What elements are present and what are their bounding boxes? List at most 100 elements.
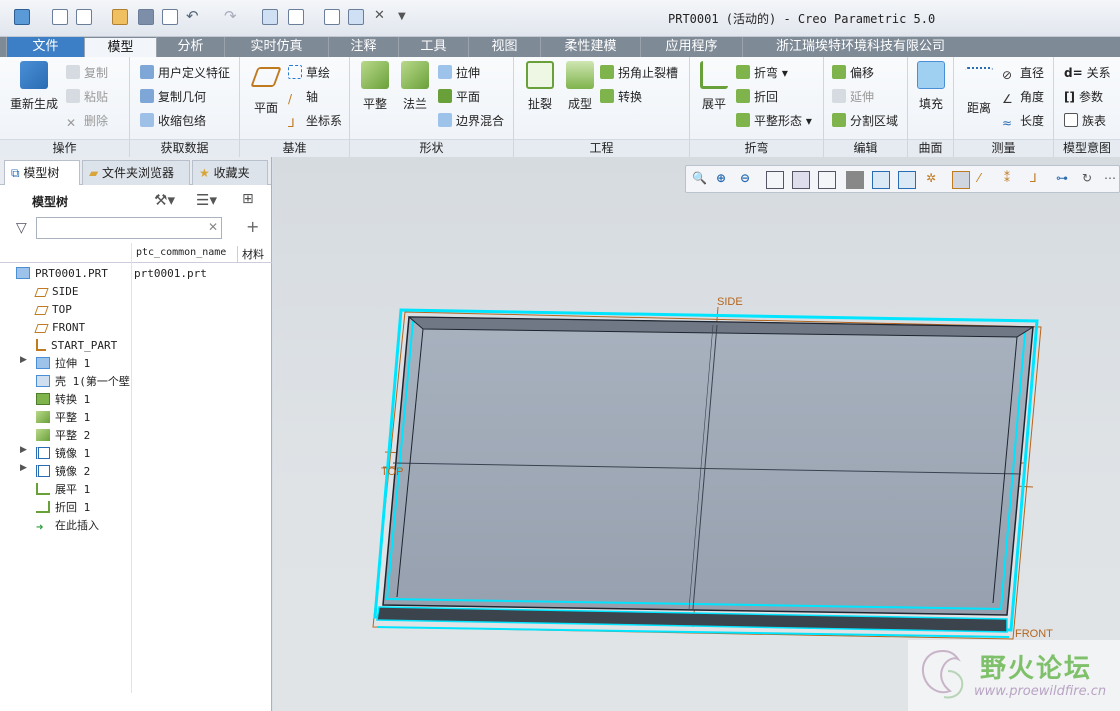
delete-button[interactable]: ✕ 删除 [66,111,108,131]
tree-item[interactable]: 壳 1(第一个壁 [36,373,130,391]
print-icon[interactable] [162,9,178,25]
tab-applications[interactable]: 应用程序 [640,37,742,57]
regenerate-button[interactable]: 重新生成 [6,61,62,112]
distance-button[interactable]: 距离 [960,61,998,116]
model-canvas[interactable]: SIDE TOP FRONT [273,157,1120,711]
parameters-button[interactable]: [] 参数 [1064,87,1103,107]
regenerate-icon[interactable] [262,9,278,25]
tab-view[interactable]: 视图 [468,37,540,57]
extrude-button[interactable]: 拉伸 [438,63,480,83]
axis-button[interactable]: / 轴 [288,87,318,107]
group-label-shapes[interactable]: 形状 [350,139,513,157]
group-label-engineering[interactable]: 工程 [514,139,689,157]
datum-label-side[interactable]: SIDE [717,296,743,308]
family-table-button[interactable]: 族表 [1064,111,1106,131]
tree-item[interactable]: 折回 1 [36,499,90,517]
new-file-icon[interactable] [52,9,68,25]
tab-model-tree[interactable]: ⧉ 模型树 [4,160,80,185]
tab-annotate[interactable]: 注释 [328,37,398,57]
open-window-icon[interactable] [76,9,92,25]
flange-button[interactable]: 法兰 [396,61,434,112]
copy-geometry-button[interactable]: 复制几何 [140,87,206,107]
display-icon[interactable] [348,9,364,25]
tree-item[interactable]: ➜ 在此插入 [36,517,99,535]
plane-button[interactable]: 平面 [244,61,288,116]
graphics-viewport[interactable]: 🔍 ⊕ ⊖ ✲ ⁄ ⁑ ⅃ ⊶ ↻ ⋯ SIDE TOP FRONT [273,157,1120,711]
close-window-icon[interactable]: ✕ [374,8,390,24]
flat-state-button[interactable]: 平整形态 ▾ [736,111,812,131]
search-input[interactable] [36,217,222,239]
tab-live-simulation[interactable]: 实时仿真 [224,37,328,57]
offset-button[interactable]: 偏移 [832,63,874,83]
length-button[interactable]: ≈ 长度 [1002,111,1044,131]
tree-item[interactable]: 转换 1 [36,391,90,409]
tab-favorites[interactable]: ★ 收藏夹 [192,160,268,185]
group-label-bends[interactable]: 折弯 [690,139,823,157]
tree-item[interactable]: 镜像 2 [36,463,90,481]
redo-icon[interactable]: ↷ [224,7,240,25]
tab-flexible-modeling[interactable]: 柔性建模 [540,37,640,57]
tree-filter-icon[interactable]: ⊞ [242,191,254,207]
tab-model[interactable]: 模型 [84,38,156,58]
group-label-surfaces[interactable]: 曲面 [908,139,953,157]
relations-button[interactable]: d= 关系 [1064,63,1111,83]
convert-button[interactable]: 转换 [600,87,642,107]
split-area-button[interactable]: 分割区域 [832,111,898,131]
form-button[interactable]: 成型 [560,61,600,112]
tree-root[interactable]: PRT0001.PRT [16,265,108,283]
unbend-button[interactable]: 展平 [694,61,734,112]
sketch-button[interactable]: 草绘 [288,63,330,83]
datum-label-top[interactable]: TOP [381,466,403,478]
tree-item[interactable]: 展平 1 [36,481,90,499]
tree-item[interactable]: 拉伸 1 [36,355,90,373]
group-label-editing[interactable]: 编辑 [824,139,907,157]
add-column-icon[interactable]: + [246,217,259,236]
bend-button[interactable]: 折弯 ▾ [736,63,788,83]
tree-item[interactable]: TOP [34,301,72,319]
save-icon[interactable] [138,9,154,25]
planar-button[interactable]: 平面 [438,87,480,107]
datum-label-front[interactable]: FRONT [1015,628,1053,640]
show-menu-icon[interactable]: ☰▾ [196,191,217,209]
tab-file[interactable]: 文件 [6,37,84,57]
csys-button[interactable]: ⅃ 坐标系 [288,111,342,131]
tree-item[interactable]: START_PART [36,337,117,355]
tree-item[interactable]: SIDE [34,283,79,301]
diameter-button[interactable]: ⊘ 直径 [1002,63,1044,83]
shrinkwrap-button[interactable]: 收缩包络 [140,111,206,131]
group-label-measure[interactable]: 测量 [954,139,1053,157]
bend-back-button[interactable]: 折回 [736,87,778,107]
column-header-common-name[interactable]: ptc_common_name [136,247,230,258]
tree-item[interactable]: FRONT [34,319,85,337]
angle-button[interactable]: ∠ 角度 [1002,87,1044,107]
tree-item[interactable]: 平整 1 [36,409,90,427]
group-label-datum[interactable]: 基准 [240,139,349,157]
settings-icon[interactable]: ⚒▾ [154,191,175,209]
edit-icon[interactable] [324,9,340,25]
corner-relief-button[interactable]: 拐角止裂槽 [600,63,678,83]
expand-arrow-icon[interactable]: ▶ [20,355,27,365]
tree-item[interactable]: 平整 2 [36,427,90,445]
group-label-model-intent[interactable]: 模型意图 [1054,139,1120,157]
fill-button[interactable]: 填充 [914,61,948,112]
expand-arrow-icon[interactable]: ▶ [20,445,27,455]
user-feature-button[interactable]: 用户定义特征 [140,63,230,83]
open-folder-icon[interactable] [112,9,128,25]
boundary-blend-button[interactable]: 边界混合 [438,111,504,131]
tab-folder-browser[interactable]: ▰ 文件夹浏览器 [82,160,190,185]
group-label-operations[interactable]: 操作 [0,139,129,157]
column-header-material[interactable]: 材料 [237,246,264,262]
rip-button[interactable]: 扯裂 [520,61,560,112]
expand-arrow-icon[interactable]: ▶ [20,463,27,473]
paste-button[interactable]: 粘贴 [66,87,108,107]
copy-button[interactable]: 复制 [66,63,108,83]
group-label-get-data[interactable]: 获取数据 [130,139,239,157]
tab-analysis[interactable]: 分析 [156,37,224,57]
extend-button[interactable]: 延伸 [832,87,874,107]
undo-icon[interactable]: ↶ [186,7,202,25]
windows-icon[interactable] [288,9,304,25]
tab-company[interactable]: 浙江瑞埃特环境科技有限公司 [742,37,978,57]
tab-tools[interactable]: 工具 [398,37,468,57]
tree-item[interactable]: 镜像 1 [36,445,90,463]
customize-toolbar-icon[interactable]: ▼ [398,11,414,27]
